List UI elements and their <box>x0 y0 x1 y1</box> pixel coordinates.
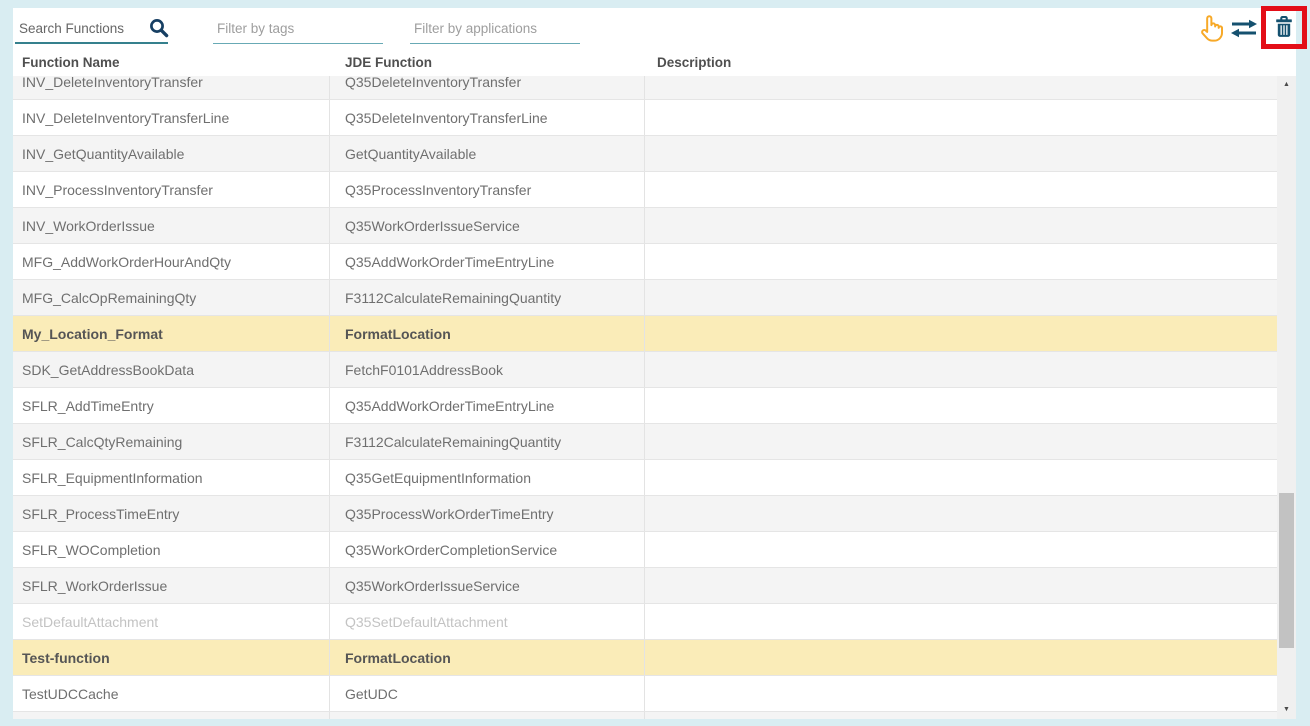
cell-function-name: MFG_CalcOpRemainingQty <box>13 280 330 315</box>
table-row[interactable]: INV_ProcessInventoryTransferQ35ProcessIn… <box>13 172 1277 208</box>
table-row[interactable]: INV_DeleteInventoryTransferLineQ35Delete… <box>13 100 1277 136</box>
cell-function-name: INV_DeleteInventoryTransferLine <box>13 100 330 135</box>
table-row[interactable]: INV_DeleteInventoryTransferQ35DeleteInve… <box>13 76 1277 100</box>
filter-applications-input[interactable] <box>410 14 580 43</box>
cell-description <box>645 712 1277 719</box>
cell-jde-function: Q35DeleteInventoryTransfer <box>330 76 645 99</box>
table-row[interactable]: SFLR_AddTimeEntryQ35AddWorkOrderTimeEntr… <box>13 388 1277 424</box>
cell-function-name: TestUDCCache <box>13 676 330 711</box>
scrollbar-down-arrow-icon[interactable]: ▼ <box>1277 701 1296 717</box>
column-header-description: Description <box>645 55 1296 70</box>
cell-function-name: INV_DeleteInventoryTransfer <box>13 76 330 99</box>
table-body: INV_DeleteInventoryTransferQ35DeleteInve… <box>13 76 1277 719</box>
table-row[interactable]: My_Location_FormatFormatLocation <box>13 316 1277 352</box>
cell-description <box>645 136 1277 171</box>
cell-description <box>645 532 1277 567</box>
cell-description <box>645 640 1277 675</box>
table-row[interactable]: SetDefaultAttachmentQ35SetDefaultAttachm… <box>13 604 1277 640</box>
column-header-jde-function: JDE Function <box>330 55 645 70</box>
cell-function-name: MFG_AddWorkOrderHourAndQty <box>13 244 330 279</box>
table-row[interactable] <box>13 712 1277 719</box>
annotation-highlight-box <box>1261 6 1307 49</box>
table-row[interactable]: SFLR_EquipmentInformationQ35GetEquipment… <box>13 460 1277 496</box>
table-header-row: Function Name JDE Function Description <box>13 48 1296 77</box>
cell-description <box>645 604 1277 639</box>
search-input[interactable] <box>15 14 168 42</box>
filter-tags-field <box>213 14 383 44</box>
cell-jde-function: Q35ProcessWorkOrderTimeEntry <box>330 496 645 531</box>
cell-jde-function: Q35GetEquipmentInformation <box>330 460 645 495</box>
cell-jde-function: Q35DeleteInventoryTransferLine <box>330 100 645 135</box>
cell-jde-function: Q35WorkOrderCompletionService <box>330 532 645 567</box>
cell-jde-function: FetchF0101AddressBook <box>330 352 645 387</box>
cell-function-name <box>13 712 330 719</box>
cell-function-name: SFLR_ProcessTimeEntry <box>13 496 330 531</box>
table-row[interactable]: Test-functionFormatLocation <box>13 640 1277 676</box>
cell-jde-function: Q35ProcessInventoryTransfer <box>330 172 645 207</box>
cell-jde-function: Q35WorkOrderIssueService <box>330 208 645 243</box>
vertical-scrollbar[interactable]: ▲ ▼ <box>1277 76 1296 719</box>
scrollbar-thumb[interactable] <box>1279 493 1294 648</box>
table-row[interactable]: INV_GetQuantityAvailableGetQuantityAvail… <box>13 136 1277 172</box>
search-field <box>15 14 168 44</box>
table-row[interactable]: MFG_CalcOpRemainingQtyF3112CalculateRema… <box>13 280 1277 316</box>
cell-function-name: SFLR_CalcQtyRemaining <box>13 424 330 459</box>
scrollbar-up-arrow-icon[interactable]: ▲ <box>1277 76 1296 92</box>
cell-description <box>645 100 1277 135</box>
hand-pointer-icon[interactable] <box>1197 13 1224 49</box>
functions-panel: Function Name JDE Function Description I… <box>13 8 1296 719</box>
cell-jde-function <box>330 712 645 719</box>
swap-arrows-icon[interactable] <box>1229 17 1259 45</box>
cell-jde-function: F3112CalculateRemainingQuantity <box>330 280 645 315</box>
cell-description <box>645 316 1277 351</box>
cell-jde-function: Q35AddWorkOrderTimeEntryLine <box>330 388 645 423</box>
table-scroll-viewport: INV_DeleteInventoryTransferQ35DeleteInve… <box>13 76 1277 719</box>
cell-description <box>645 352 1277 387</box>
filter-applications-field <box>410 14 580 44</box>
cell-function-name: My_Location_Format <box>13 316 330 351</box>
cell-jde-function: FormatLocation <box>330 316 645 351</box>
cell-function-name: SetDefaultAttachment <box>13 604 330 639</box>
cell-jde-function: F3112CalculateRemainingQuantity <box>330 424 645 459</box>
cell-description <box>645 208 1277 243</box>
cell-function-name: SFLR_AddTimeEntry <box>13 388 330 423</box>
column-header-function-name: Function Name <box>13 55 330 70</box>
cell-description <box>645 568 1277 603</box>
toolbar <box>13 8 1296 48</box>
cell-description <box>645 460 1277 495</box>
cell-description <box>645 280 1277 315</box>
trash-icon[interactable] <box>1272 14 1296 41</box>
cell-function-name: SFLR_WOCompletion <box>13 532 330 567</box>
cell-function-name: SDK_GetAddressBookData <box>13 352 330 387</box>
cell-jde-function: Q35WorkOrderIssueService <box>330 568 645 603</box>
cell-description <box>645 496 1277 531</box>
table-row[interactable]: SFLR_WOCompletionQ35WorkOrderCompletionS… <box>13 532 1277 568</box>
cell-function-name: Test-function <box>13 640 330 675</box>
cell-description <box>645 76 1277 99</box>
cell-function-name: SFLR_WorkOrderIssue <box>13 568 330 603</box>
table-row[interactable]: INV_WorkOrderIssueQ35WorkOrderIssueServi… <box>13 208 1277 244</box>
cell-function-name: INV_GetQuantityAvailable <box>13 136 330 171</box>
cell-description <box>645 388 1277 423</box>
cell-description <box>645 172 1277 207</box>
table-row[interactable]: MFG_AddWorkOrderHourAndQtyQ35AddWorkOrde… <box>13 244 1277 280</box>
cell-description <box>645 244 1277 279</box>
cell-jde-function: FormatLocation <box>330 640 645 675</box>
cell-function-name: INV_WorkOrderIssue <box>13 208 330 243</box>
cell-description <box>645 424 1277 459</box>
table-row[interactable]: TestUDCCacheGetUDC <box>13 676 1277 712</box>
cell-jde-function: Q35AddWorkOrderTimeEntryLine <box>330 244 645 279</box>
cell-jde-function: GetUDC <box>330 676 645 711</box>
cell-function-name: SFLR_EquipmentInformation <box>13 460 330 495</box>
filter-tags-input[interactable] <box>213 14 383 43</box>
table-row[interactable]: SFLR_CalcQtyRemainingF3112CalculateRemai… <box>13 424 1277 460</box>
table-row[interactable]: SFLR_ProcessTimeEntryQ35ProcessWorkOrder… <box>13 496 1277 532</box>
table-row[interactable]: SDK_GetAddressBookDataFetchF0101AddressB… <box>13 352 1277 388</box>
cell-jde-function: Q35SetDefaultAttachment <box>330 604 645 639</box>
cell-description <box>645 676 1277 711</box>
table-row[interactable]: SFLR_WorkOrderIssueQ35WorkOrderIssueServ… <box>13 568 1277 604</box>
cell-jde-function: GetQuantityAvailable <box>330 136 645 171</box>
cell-function-name: INV_ProcessInventoryTransfer <box>13 172 330 207</box>
search-icon[interactable] <box>148 17 170 44</box>
